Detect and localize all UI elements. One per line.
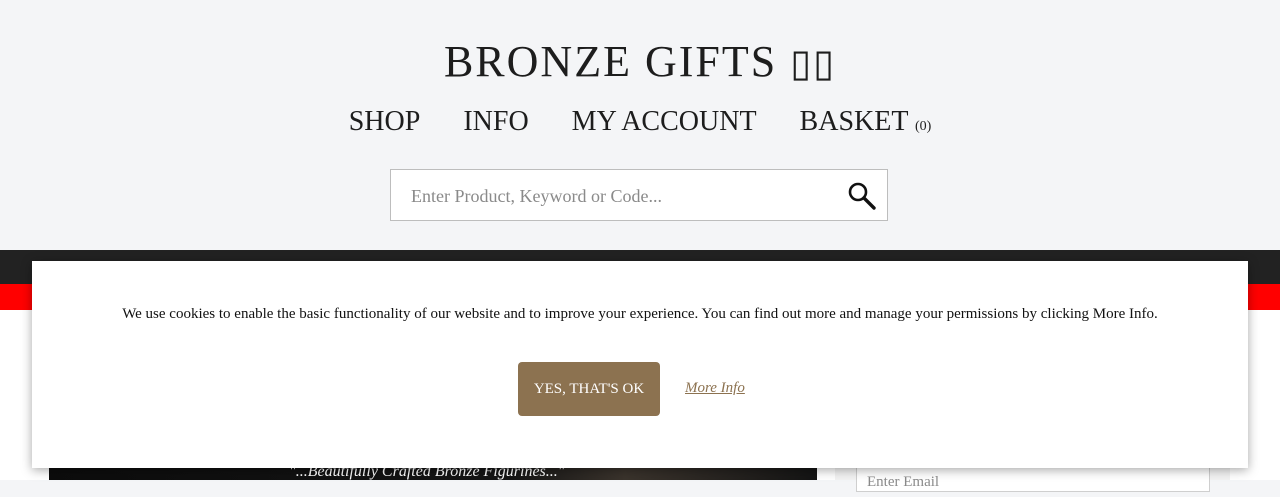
email-field[interactable] [865,467,1199,497]
search-input[interactable] [409,170,833,222]
nav-info[interactable]: INFO [463,106,528,137]
nav-my-account[interactable]: MY ACCOUNT [572,106,757,137]
search-icon[interactable] [847,181,877,211]
main-nav: SHOP INFO MY ACCOUNT BASKET (0) [0,106,1280,138]
nav-basket-label: BASKET [799,106,908,137]
cookie-banner: We use cookies to enable the basic funct… [32,261,1248,468]
accept-cookies-button[interactable]: YES, THAT'S OK [518,362,660,416]
brand-glyph-icon: ▯▯ [790,41,837,85]
site-header: BRONZE GIFTS ▯▯ SHOP INFO MY ACCOUNT BAS… [0,0,1280,250]
cookie-message: We use cookies to enable the basic funct… [122,306,1158,322]
search-box [390,169,888,222]
basket-count: (0) [914,119,932,134]
brand-logo[interactable]: BRONZE GIFTS ▯▯ [0,36,1280,87]
nav-shop[interactable]: SHOP [349,106,421,137]
nav-basket[interactable]: BASKET (0) [800,106,932,137]
brand-title: BRONZE GIFTS [443,37,778,86]
more-info-link[interactable]: More Info [685,380,745,397]
